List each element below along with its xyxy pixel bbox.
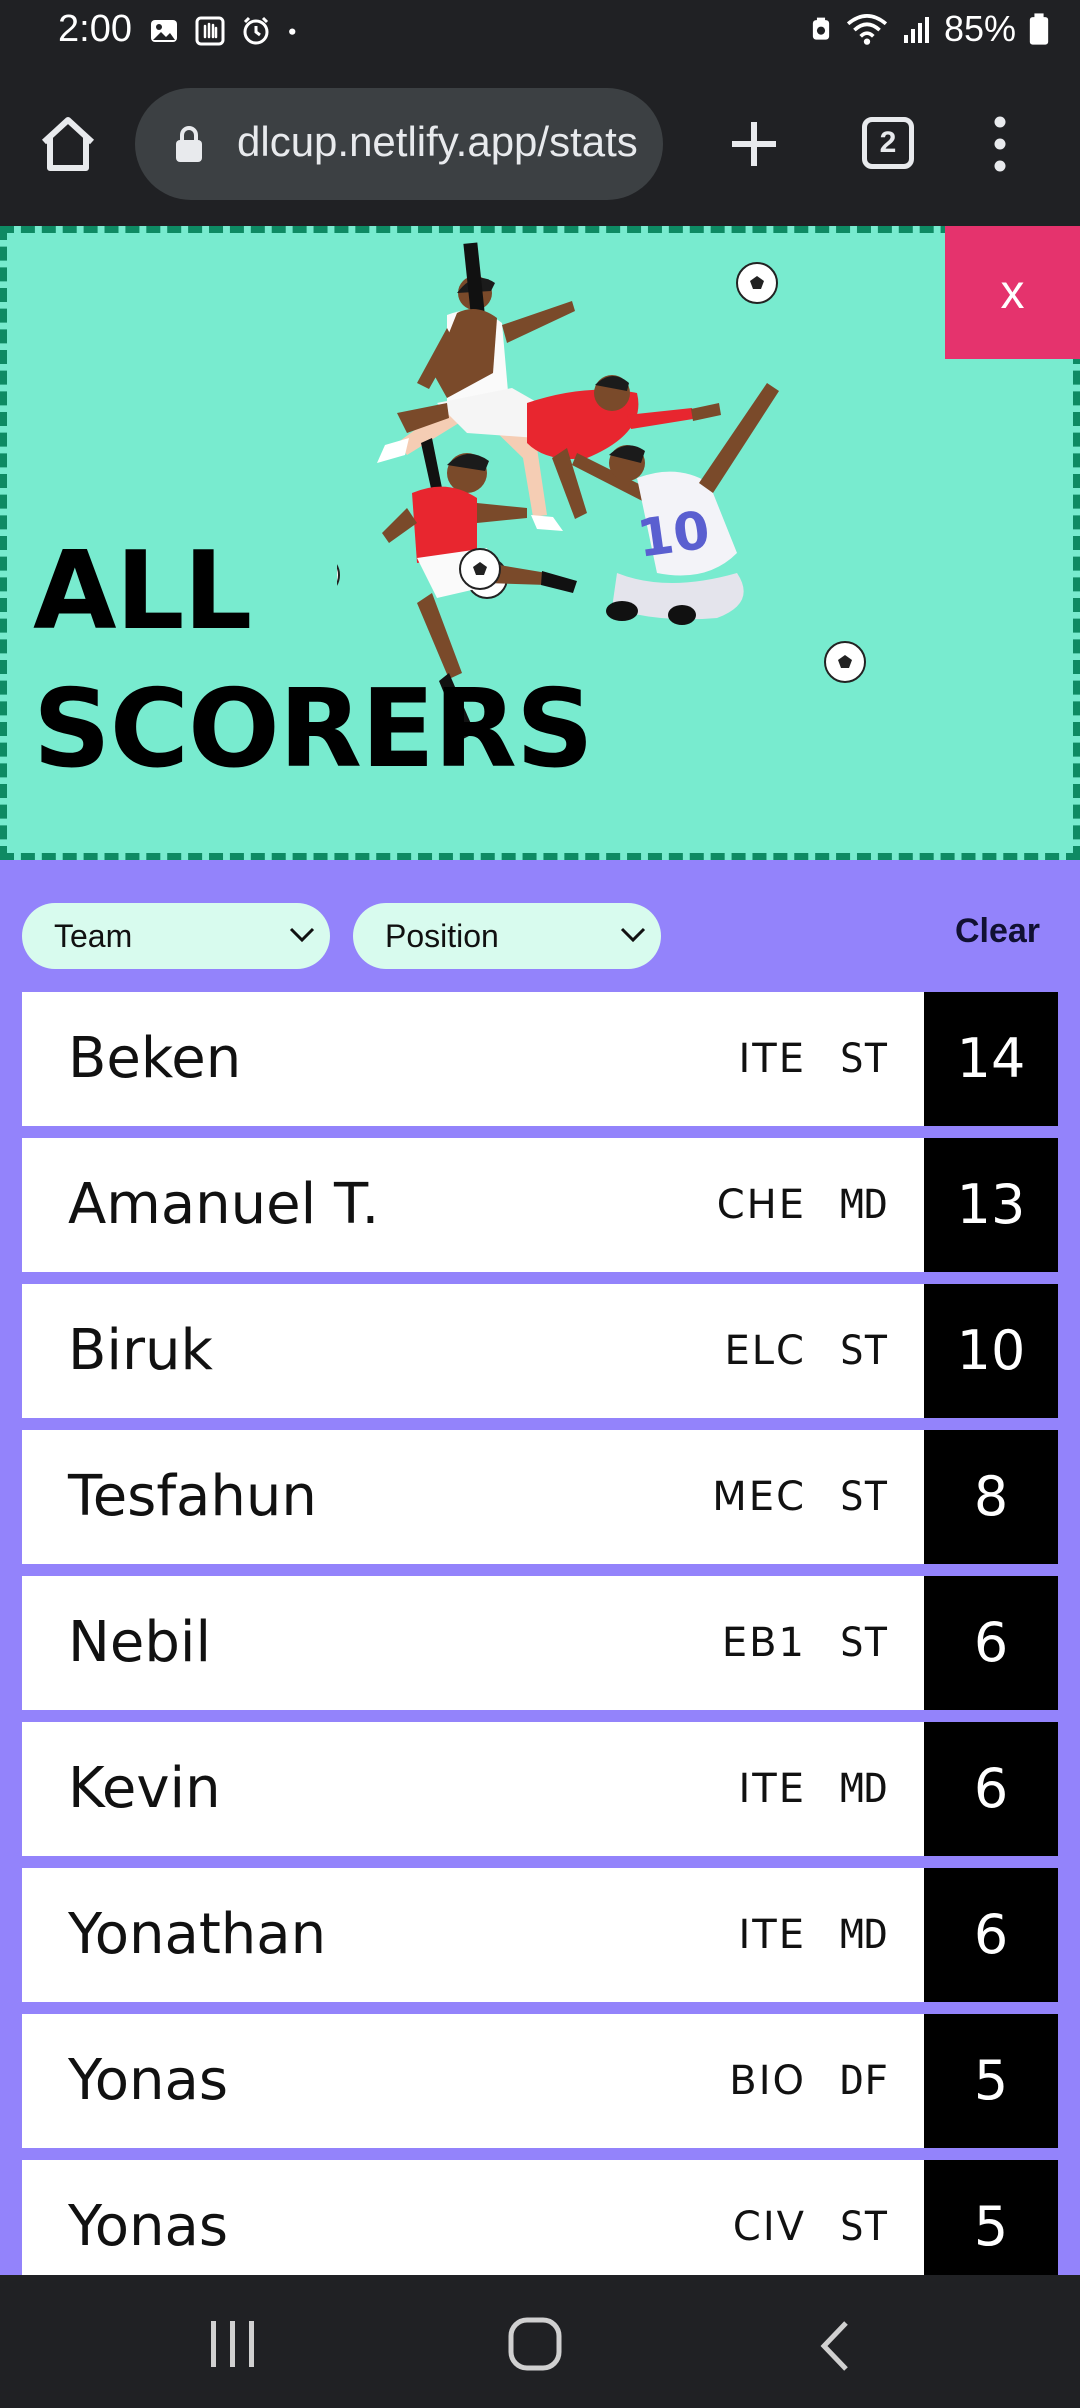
scorer-position: MD <box>839 1182 888 1228</box>
scorer-position: MD <box>839 1766 888 1812</box>
recent-apps-icon[interactable] <box>205 2317 261 2371</box>
scorer-position: DF <box>839 2058 888 2104</box>
team-filter-label: Team <box>54 918 133 954</box>
tab-switcher-button[interactable]: 2 <box>862 117 914 169</box>
scorer-position: ST <box>839 1328 888 1374</box>
team-filter-dropdown[interactable]: Team <box>22 903 330 969</box>
scorer-team: BIO <box>729 2058 806 2104</box>
hand-icon <box>195 16 225 46</box>
scorer-goals: 10 <box>924 1284 1058 1418</box>
back-icon[interactable] <box>816 2319 856 2373</box>
scorer-position: ST <box>839 1036 888 1082</box>
scorer-team: CHE <box>716 1182 806 1228</box>
browser-toolbar: dlcup.netlify.app/stats 2 <box>0 66 1080 226</box>
chevron-down-icon <box>620 927 646 943</box>
system-navigation-bar <box>0 2275 1080 2408</box>
scorer-position: MD <box>839 1912 888 1958</box>
scorer-position: ST <box>839 1474 888 1520</box>
scorer-row[interactable]: Nebil EB1 ST 6 <box>22 1576 1058 1710</box>
scorer-name: Biruk <box>68 1318 213 1383</box>
scorer-goals: 6 <box>924 1868 1058 2002</box>
scorer-team: ITE <box>738 1036 806 1082</box>
scorer-row[interactable]: Kevin ITE MD 6 <box>22 1722 1058 1856</box>
scorer-row[interactable]: Yonas BIO DF 5 <box>22 2014 1058 2148</box>
scorer-goals: 6 <box>924 1576 1058 1710</box>
scorer-name: Yonathan <box>68 1902 327 1967</box>
scorer-name: Amanuel T. <box>68 1172 380 1237</box>
scorer-name: Yonas <box>68 2194 229 2259</box>
battery-icon <box>1029 13 1049 45</box>
scorer-row[interactable]: Amanuel T. CHE MD 13 <box>22 1138 1058 1272</box>
scorer-goals: 13 <box>924 1138 1058 1272</box>
scorer-row[interactable]: Yonas CIV ST 5 <box>22 2160 1058 2275</box>
scorer-goals: 5 <box>924 2014 1058 2148</box>
scorers-list-panel: Team Position Clear Beken ITE ST 14 Aman… <box>0 860 1080 2275</box>
close-button[interactable]: x <box>945 226 1080 359</box>
scorer-team: MEC <box>712 1474 806 1520</box>
home-icon[interactable] <box>36 112 100 176</box>
scorer-name: Kevin <box>68 1756 221 1821</box>
wifi-icon <box>846 14 888 45</box>
scorer-team: ITE <box>738 1912 806 1958</box>
home-nav-icon[interactable] <box>506 2315 564 2373</box>
scorer-goals: 8 <box>924 1430 1058 1564</box>
lock-icon <box>176 126 202 162</box>
position-filter-dropdown[interactable]: Position <box>353 903 661 969</box>
address-bar[interactable]: dlcup.netlify.app/stats <box>135 88 663 200</box>
plus-icon[interactable] <box>722 112 786 176</box>
scorer-name: Beken <box>68 1026 242 1091</box>
scorer-row[interactable]: Biruk ELC ST 10 <box>22 1284 1058 1418</box>
scorer-row[interactable]: Beken ITE ST 14 <box>22 992 1058 1126</box>
soccer-ball-illustration <box>824 641 866 683</box>
scorer-team: ELC <box>724 1328 806 1374</box>
clear-filters-button[interactable]: Clear <box>955 912 1040 951</box>
soccer-ball-illustration <box>459 548 501 590</box>
scorer-team: ITE <box>738 1766 806 1812</box>
status-time: 2:00 <box>58 8 132 50</box>
scorer-row[interactable]: Yonathan ITE MD 6 <box>22 1868 1058 2002</box>
position-filter-label: Position <box>385 918 499 954</box>
alarm-icon <box>243 16 269 45</box>
image-icon <box>151 20 177 42</box>
soccer-balls-overlay <box>459 548 866 683</box>
scorer-row[interactable]: Tesfahun MEC ST 8 <box>22 1430 1058 1564</box>
dot-icon <box>289 28 296 35</box>
scorer-name: Tesfahun <box>68 1464 317 1529</box>
scorer-name: Yonas <box>68 2048 229 2113</box>
scorer-goals: 5 <box>924 2160 1058 2275</box>
scorer-goals: 6 <box>924 1722 1058 1856</box>
battery-percent: 85% <box>943 8 1016 49</box>
url-text[interactable]: dlcup.netlify.app/stats <box>237 118 638 166</box>
scorer-team: EB1 <box>721 1620 806 1666</box>
more-menu-icon[interactable] <box>978 108 1022 180</box>
scorer-position: ST <box>839 2204 888 2250</box>
scorer-position: ST <box>839 1620 888 1666</box>
scorer-name: Nebil <box>68 1610 212 1675</box>
scorer-goals: 14 <box>924 992 1058 1126</box>
scorer-team: CIV <box>732 2204 806 2250</box>
signal-icon <box>903 17 929 43</box>
chevron-down-icon <box>289 927 315 943</box>
battery-saver-icon <box>812 17 830 40</box>
status-bar: 2:00 85% <box>0 0 1080 66</box>
